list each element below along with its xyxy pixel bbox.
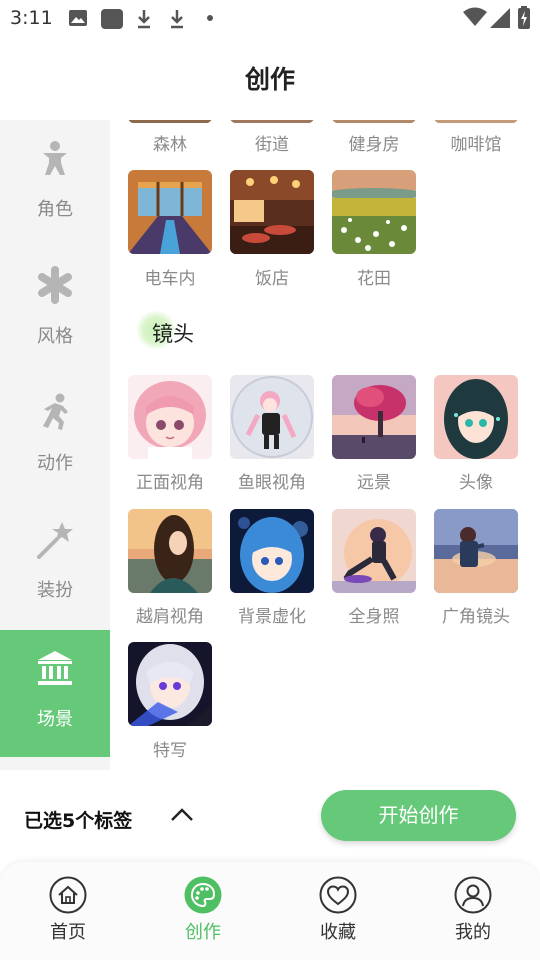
tag-tile-tram[interactable]: [128, 170, 212, 254]
bottom-tab-bar: 首页 创作 收藏 我的: [0, 862, 540, 960]
selected-tags-count: 已选5个标签: [24, 810, 133, 832]
tab-label: 创作: [185, 922, 221, 943]
wifi-icon: [463, 7, 487, 26]
download-icon: [171, 10, 183, 29]
tab-label: 首页: [50, 922, 86, 943]
app-notification-icon: [101, 9, 123, 29]
tab-label: 我的: [455, 922, 491, 943]
tag-label: 广角镜头: [442, 607, 510, 627]
more-notifications-dot-icon: [207, 15, 213, 21]
sidebar-item-scene[interactable]: 场景: [0, 630, 110, 757]
tag-tile-flower-field[interactable]: [332, 170, 416, 254]
building-icon: [38, 651, 72, 685]
sidebar-item-label: 风格: [37, 326, 73, 347]
tag-label: 正面视角: [136, 473, 204, 493]
tag-tile-full-body[interactable]: [332, 509, 416, 593]
sidebar-item-label: 装扮: [37, 580, 73, 601]
status-time: 3:11: [10, 7, 53, 29]
tag-content-area: 森林 街道 健身房 咖啡馆 电车内 饭店 花田 镜头 正面视角 鱼眼视角 远景 …: [110, 120, 540, 770]
tag-tile-over-shoulder[interactable]: [128, 509, 212, 593]
tag-tile-close-up[interactable]: [128, 642, 212, 726]
sidebar-item-outfit[interactable]: 装扮: [0, 501, 110, 628]
sidebar-item-style[interactable]: 风格: [0, 247, 110, 374]
tag-label: 越肩视角: [136, 607, 204, 627]
tag-label: 健身房: [348, 135, 400, 155]
tag-tile-forest[interactable]: [128, 120, 212, 123]
tag-tile-wide-angle[interactable]: [434, 509, 518, 593]
tab-mine[interactable]: 我的: [433, 876, 513, 956]
sidebar-item-label: 场景: [37, 709, 73, 730]
tag-tile-headshot[interactable]: [434, 375, 518, 459]
tag-label: 头像: [459, 473, 493, 493]
tag-tile-restaurant[interactable]: [230, 170, 314, 254]
user-icon: [454, 876, 492, 914]
tag-tile-front-view[interactable]: [128, 375, 212, 459]
home-icon: [49, 876, 87, 914]
tab-label: 收藏: [320, 922, 356, 943]
signal-icon: [490, 8, 510, 28]
tag-tile-background-blur[interactable]: [230, 509, 314, 593]
palette-icon: [184, 876, 222, 914]
status-bar: 3:11: [0, 0, 540, 36]
tag-label: 背景虚化: [238, 607, 306, 627]
tag-label: 电车内: [144, 269, 196, 289]
category-sidebar: 角色 风格 动作 装扮 场景: [0, 120, 110, 770]
page-title: 创作: [244, 65, 295, 94]
sidebar-item-label: 角色: [37, 199, 73, 220]
magic-wand-icon: [37, 522, 73, 559]
tag-label: 街道: [255, 135, 289, 155]
start-create-button[interactable]: 开始创作: [321, 790, 516, 841]
asterisk-icon: [38, 266, 72, 304]
tag-label: 远景: [357, 473, 391, 493]
running-icon: [43, 393, 68, 430]
selection-action-bar: 已选5个标签 开始创作: [0, 770, 540, 862]
tag-label: 特写: [153, 741, 187, 761]
image-notification-icon: [69, 10, 87, 26]
tag-tile-street[interactable]: [230, 120, 314, 123]
download-icon: [138, 10, 150, 29]
sidebar-item-action[interactable]: 动作: [0, 374, 110, 501]
sidebar-item-character[interactable]: 角色: [0, 120, 110, 247]
heart-icon: [319, 876, 357, 914]
section-title-lens: 镜头: [152, 322, 194, 346]
chevron-up-icon[interactable]: [170, 804, 194, 824]
tag-tile-long-shot[interactable]: [332, 375, 416, 459]
tab-create[interactable]: 创作: [163, 876, 243, 956]
tag-label: 森林: [153, 135, 187, 155]
tag-label: 全身照: [348, 607, 400, 627]
tab-home[interactable]: 首页: [28, 876, 108, 956]
battery-charging-icon: [518, 6, 530, 29]
sidebar-item-label: 动作: [37, 453, 73, 474]
tag-label: 花田: [357, 269, 391, 289]
tag-tile-fisheye-view[interactable]: [230, 375, 314, 459]
person-icon: [43, 141, 67, 175]
tag-tile-cafe[interactable]: [434, 120, 518, 123]
tag-tile-gym[interactable]: [332, 120, 416, 123]
tag-label: 咖啡馆: [450, 135, 502, 155]
tag-label: 鱼眼视角: [238, 473, 306, 493]
tab-favorites[interactable]: 收藏: [298, 876, 378, 956]
tag-label: 饭店: [255, 269, 289, 289]
